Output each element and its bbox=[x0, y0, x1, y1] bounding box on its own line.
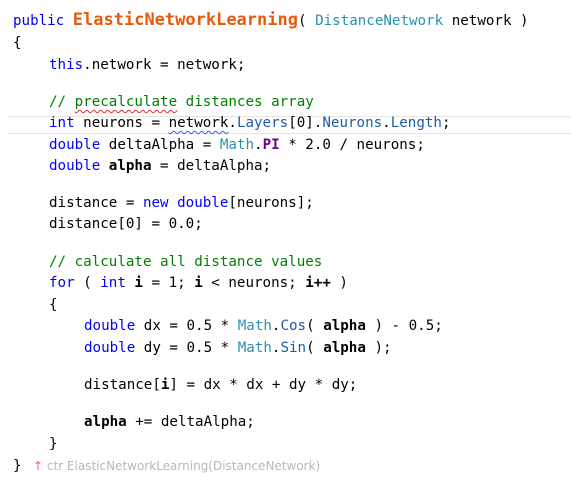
code-text: . bbox=[228, 115, 237, 131]
code-text: ) bbox=[330, 275, 348, 291]
member-length[interactable]: Length bbox=[391, 115, 442, 131]
comment-spell-error: precalculate bbox=[74, 94, 178, 110]
code-text: < neurons; bbox=[202, 275, 306, 291]
code-text: ( bbox=[306, 318, 324, 334]
code-text: deltaAlpha = bbox=[100, 137, 220, 153]
code-text: ] = dx * dx + dy * dy; bbox=[169, 377, 358, 393]
code-line-19[interactable]: distance[i] = dx * dx + dy * dy; bbox=[84, 374, 357, 396]
code-text: distance = bbox=[49, 195, 143, 211]
comment: distances array bbox=[177, 94, 314, 110]
method-name[interactable]: ElasticNetworkLearning bbox=[73, 10, 298, 30]
code-text: = 1; bbox=[142, 275, 195, 291]
i-variable[interactable]: i++ bbox=[305, 275, 331, 291]
code-line-3[interactable]: this.network = network; bbox=[49, 54, 245, 76]
code-line-16[interactable]: double dx = 0.5 * Math.Cos( alpha ) - 0.… bbox=[84, 315, 443, 337]
alpha-variable[interactable]: alpha bbox=[323, 340, 366, 356]
constant-pi[interactable]: PI bbox=[263, 137, 280, 153]
code-line-5[interactable]: // precalculate distances array bbox=[49, 91, 314, 113]
i-variable[interactable]: i bbox=[194, 275, 203, 291]
code-line-1[interactable]: public ElasticNetworkLearning( DistanceN… bbox=[13, 9, 529, 31]
arrow-up-icon: ↑ bbox=[33, 459, 44, 473]
keyword-new: new bbox=[142, 195, 169, 211]
code-text: [0]. bbox=[288, 115, 323, 131]
code-text: ); bbox=[365, 340, 392, 356]
code-text: ) - 0.5; bbox=[365, 318, 443, 334]
keyword-int: int bbox=[49, 115, 75, 131]
code-line-15[interactable]: { bbox=[49, 294, 58, 316]
code-text: = deltaAlpha; bbox=[151, 158, 272, 174]
code-text: distance[0] = 0.0; bbox=[49, 216, 203, 232]
code-text: . bbox=[254, 137, 263, 153]
code-text: ( bbox=[306, 340, 324, 356]
open-brace: { bbox=[49, 297, 58, 313]
code-line-2[interactable]: { bbox=[13, 32, 22, 54]
code-line-17[interactable]: double dy = 0.5 * Math.Sin( alpha ); bbox=[84, 337, 392, 359]
keyword-double: double bbox=[49, 158, 101, 174]
alpha-variable[interactable]: alpha bbox=[323, 318, 366, 334]
code-line-6[interactable]: int neurons = network.Layers[0].Neurons.… bbox=[49, 112, 451, 134]
method-cos[interactable]: Cos bbox=[280, 318, 306, 334]
code-editor[interactable]: public ElasticNetworkLearning( DistanceN… bbox=[0, 0, 571, 485]
keyword-int: int bbox=[100, 275, 126, 291]
codelens-reference[interactable]: ↑ ctr ElasticNetworkLearning(DistanceNet… bbox=[33, 455, 320, 477]
code-line-10[interactable]: distance = new double[neurons]; bbox=[49, 192, 314, 214]
open-brace: { bbox=[13, 35, 22, 51]
close-brace: } bbox=[49, 436, 58, 452]
code-text: [neurons]; bbox=[228, 195, 314, 211]
code-line-11[interactable]: distance[0] = 0.0; bbox=[49, 213, 203, 235]
code-line-23[interactable]: } bbox=[13, 455, 22, 477]
code-text: dy = 0.5 * bbox=[135, 340, 238, 356]
keyword-for: for bbox=[49, 275, 75, 291]
code-text: distance[ bbox=[84, 377, 161, 393]
member-layers[interactable]: Layers bbox=[237, 115, 288, 131]
keyword-double: double bbox=[84, 340, 136, 356]
code-text: .network = network; bbox=[83, 57, 246, 73]
code-line-14[interactable]: for ( int i = 1; i < neurons; i++ ) bbox=[49, 272, 348, 294]
keyword-double: double bbox=[177, 195, 229, 211]
code-line-13[interactable]: // calculate all distance values bbox=[49, 251, 322, 273]
keyword-double: double bbox=[84, 318, 136, 334]
alpha-variable[interactable]: alpha bbox=[84, 414, 127, 430]
code-line-8[interactable]: double alpha = deltaAlpha; bbox=[49, 155, 271, 177]
keyword-double: double bbox=[49, 137, 101, 153]
codelens-text[interactable]: ctr ElasticNetworkLearning(DistanceNetwo… bbox=[43, 459, 320, 473]
i-variable[interactable]: i bbox=[134, 275, 143, 291]
type-math[interactable]: Math bbox=[220, 137, 254, 153]
alpha-variable[interactable]: alpha bbox=[109, 158, 152, 174]
code-text: * 2.0 / neurons; bbox=[279, 137, 425, 153]
method-sin[interactable]: Sin bbox=[280, 340, 306, 356]
code-line-22[interactable]: } bbox=[49, 433, 58, 455]
code-text: dx = 0.5 * bbox=[135, 318, 238, 334]
param-type[interactable]: DistanceNetwork bbox=[315, 13, 443, 29]
comment: // bbox=[49, 94, 75, 110]
keyword-public: public bbox=[13, 13, 65, 29]
member-neurons[interactable]: Neurons bbox=[322, 115, 382, 131]
code-text: ( bbox=[74, 275, 101, 291]
network-identifier[interactable]: network bbox=[169, 115, 229, 131]
keyword-this: this bbox=[49, 57, 84, 73]
code-line-21[interactable]: alpha += deltaAlpha; bbox=[84, 411, 255, 433]
param-name: network ) bbox=[443, 13, 529, 29]
type-math[interactable]: Math bbox=[238, 340, 272, 356]
code-text: neurons = bbox=[74, 115, 169, 131]
code-text: . bbox=[382, 115, 391, 131]
type-math[interactable]: Math bbox=[238, 318, 272, 334]
close-brace: } bbox=[13, 458, 22, 474]
paren: ( bbox=[297, 13, 316, 29]
code-line-7[interactable]: double deltaAlpha = Math.PI * 2.0 / neur… bbox=[49, 134, 425, 156]
code-text: += deltaAlpha; bbox=[126, 414, 255, 430]
code-text: ; bbox=[441, 115, 451, 131]
comment: // calculate all distance values bbox=[49, 254, 323, 270]
